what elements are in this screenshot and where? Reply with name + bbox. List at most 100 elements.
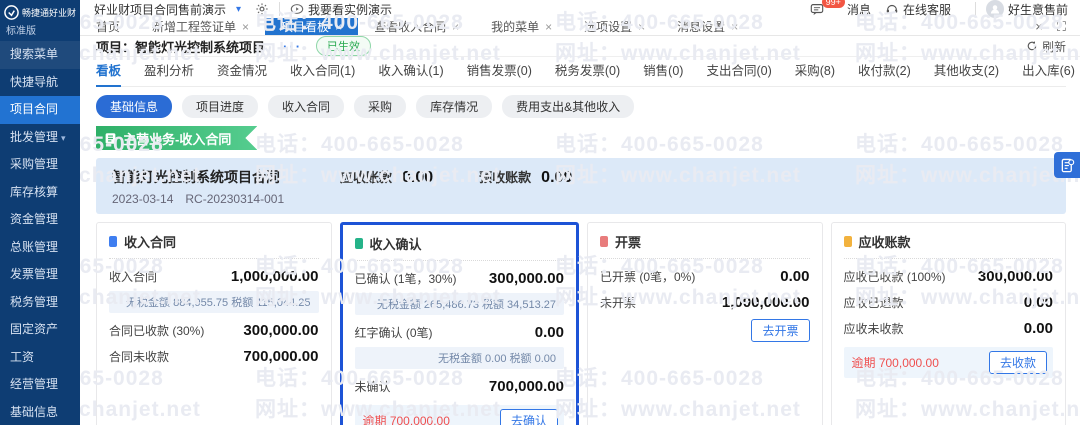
tax-note: 无税金额 265,486.73 税额 34,513.27 — [354, 293, 564, 315]
tab-message-settings[interactable]: 消息设置 × — [661, 18, 754, 35]
tab-payments[interactable]: 收付款(2) — [858, 57, 911, 87]
close-all-tabs-icon[interactable]: × — [1035, 19, 1043, 34]
tab-other-income-expense[interactable]: 其他收支(2) — [934, 57, 999, 87]
pill-purchase[interactable]: 采购 — [354, 95, 407, 118]
close-icon[interactable]: × — [731, 20, 738, 34]
close-icon[interactable]: × — [545, 20, 552, 34]
tab-new-signing-order[interactable]: 新增工程签证单 × — [136, 18, 265, 35]
tax-note: 无税金额 884,955.75 税额 115,044.25 — [109, 291, 319, 313]
tab-profit-analysis[interactable]: 盈利分析 — [144, 57, 194, 87]
prepaid-value: 0.00 — [541, 169, 573, 186]
row-value: 0.00 — [534, 324, 564, 341]
contract-date: 2023-03-14 — [112, 192, 174, 206]
tab-funds-status[interactable]: 资金情况 — [217, 57, 267, 87]
sidebar-item-general-ledger[interactable]: 总账管理 — [0, 234, 80, 262]
sidebar-item-funds[interactable]: 资金管理 — [0, 206, 80, 234]
avatar — [985, 0, 1004, 18]
tab-view-income-contract[interactable]: 查看收入合同 × — [358, 18, 475, 35]
user-menu[interactable]: 好生意售前 — [985, 0, 1068, 18]
row-label: 红字确认 (0笔) — [354, 326, 433, 340]
sidebar-nav: 搜索菜单 快捷导航 项目合同 批发管理 ▾ 采购管理 库存核算 资金管理 总账管理… — [0, 41, 80, 425]
sidebar-item-basic-info[interactable]: 基础信息 — [0, 399, 80, 425]
row-label: 未确认 — [354, 380, 391, 394]
sidebar: 畅捷通好业财 标准版 搜索菜单 快捷导航 项目合同 批发管理 ▾ 采购管理 库存核… — [0, 0, 80, 425]
row-value: 300,000.00 — [488, 270, 564, 287]
window-controls: × ⛶ — [1035, 18, 1080, 35]
tab-purchase[interactable]: 采购(8) — [795, 57, 835, 87]
support-button[interactable]: 在线客服 — [885, 1, 951, 18]
close-icon[interactable]: × — [335, 20, 342, 34]
go-confirm-button[interactable]: 去确认 — [499, 409, 558, 425]
message-count-badge: 99+ — [821, 0, 845, 8]
pill-income-contract[interactable]: 收入合同 — [268, 95, 345, 118]
tab-income-confirm[interactable]: 收入确认(1) — [378, 57, 443, 87]
pill-project-progress[interactable]: 项目进度 — [182, 95, 259, 118]
card-marker — [354, 238, 363, 249]
divider — [279, 2, 281, 16]
tab-option-settings[interactable]: 选项设置 × — [568, 18, 661, 35]
overdue-amount: 逾期 700,000.00 — [362, 414, 450, 425]
go-collect-button[interactable]: 去收款 — [988, 351, 1047, 374]
sidebar-item-wholesale[interactable]: 批发管理 ▾ — [0, 124, 80, 152]
sidebar-item-invoice-mgmt[interactable]: 发票管理 — [0, 261, 80, 289]
tab-home[interactable]: 首页 — [80, 18, 136, 35]
divider — [974, 2, 976, 16]
demo-link[interactable]: 我要看实例演示 — [290, 1, 392, 18]
pill-inventory-status[interactable]: 库存情况 — [416, 95, 493, 118]
sidebar-item-search-menu[interactable]: 搜索菜单 — [0, 41, 80, 69]
sidebar-item-payroll[interactable]: 工资 — [0, 344, 80, 372]
tab-tax-invoice[interactable]: 税务发票(0) — [555, 57, 620, 87]
tab-sales[interactable]: 销售(0) — [643, 57, 683, 87]
row-value: 700,000.00 — [488, 378, 564, 395]
sidebar-item-tax[interactable]: 税务管理 — [0, 289, 80, 317]
sidebar-item-project-contract[interactable]: 项目合同 — [0, 96, 80, 124]
brand-logo-icon — [4, 5, 19, 20]
sidebar-item-purchase[interactable]: 采购管理 — [0, 151, 80, 179]
sidebar-item-operations[interactable]: 经营管理 — [0, 371, 80, 399]
messages-label: 消息 — [846, 2, 871, 17]
tab-label: 我的菜单 — [491, 20, 540, 34]
content-area: 看板 盈利分析 资金情况 收入合同(1) 收入确认(1) 销售发票(0) 税务发… — [80, 57, 1080, 425]
tab-in-out-warehouse[interactable]: 出入库(6) — [1022, 57, 1075, 87]
card-title-label: 收入确认 — [369, 237, 422, 252]
sidebar-item-quick-nav[interactable]: 快捷导航 — [0, 69, 80, 97]
tab-sales-invoice[interactable]: 销售发票(0) — [467, 57, 532, 87]
tab-label: 查看收入合同 — [374, 20, 447, 34]
tab-board[interactable]: 看板 — [96, 57, 122, 87]
go-invoice-button[interactable]: 去开票 — [751, 319, 810, 342]
refresh-button[interactable]: 刷新 — [1026, 38, 1066, 55]
quick-report-button[interactable] — [1054, 152, 1080, 178]
row-label: 应收已收款 (100%) — [843, 270, 946, 284]
chevron-down-icon: ▾ — [236, 3, 242, 15]
card-invoice: 开票 已开票 (0笔，0%) 0.00 未开票 1,000,000.00 去开票 — [587, 222, 823, 425]
tab-label: 选项设置 — [584, 20, 633, 34]
close-icon[interactable]: × — [242, 20, 249, 34]
more-options-icon[interactable]: ··· — [283, 39, 302, 54]
anchor-pills: 基础信息 项目进度 收入合同 采购 库存情况 费用支出&其他收入 — [96, 95, 1066, 118]
sidebar-item-inventory[interactable]: 库存核算 — [0, 179, 80, 207]
project-title: 项目：智能灯光控制系统项目 — [96, 37, 265, 56]
row-label: 已确认 (1笔，30%) — [354, 272, 457, 286]
gear-icon[interactable] — [255, 2, 269, 16]
workspace-selector[interactable]: 好业财项目合同售前演示 ▾ — [94, 1, 241, 18]
row-value: 0.00 — [780, 268, 810, 285]
pill-expense-other-income[interactable]: 费用支出&其他收入 — [502, 95, 635, 118]
fullscreen-icon[interactable]: ⛶ — [1057, 19, 1066, 35]
brand-name: 畅捷通好业财 — [22, 8, 77, 18]
messages-button[interactable]: 99+ 消息 — [810, 0, 871, 18]
pill-basic-info[interactable]: 基础信息 — [96, 95, 173, 118]
tab-my-menu[interactable]: 我的菜单 × — [475, 18, 568, 35]
close-icon[interactable]: × — [638, 20, 645, 34]
card-marker — [600, 236, 608, 247]
ribbon-label: 主营业务-收入合同 — [123, 131, 232, 147]
tab-bar: 首页 新增工程签证单 × 项目看板 × 查看收入合同 × 我的菜单 × 选项设置 × 消息… — [80, 18, 1080, 36]
tab-project-board[interactable]: 项目看板 × — [265, 18, 359, 35]
project-name: 智能灯光控制系统项目 — [135, 39, 266, 55]
sidebar-item-fixed-assets[interactable]: 固定资产 — [0, 316, 80, 344]
tab-expense-contract[interactable]: 支出合同(0) — [706, 57, 771, 87]
tab-income-contract[interactable]: 收入合同(1) — [290, 57, 355, 87]
user-name: 好生意售前 — [1007, 2, 1068, 17]
prepaid-label: 预收账款 — [479, 170, 532, 185]
status-badge: 已生效 — [316, 36, 372, 56]
close-icon[interactable]: × — [452, 20, 459, 34]
